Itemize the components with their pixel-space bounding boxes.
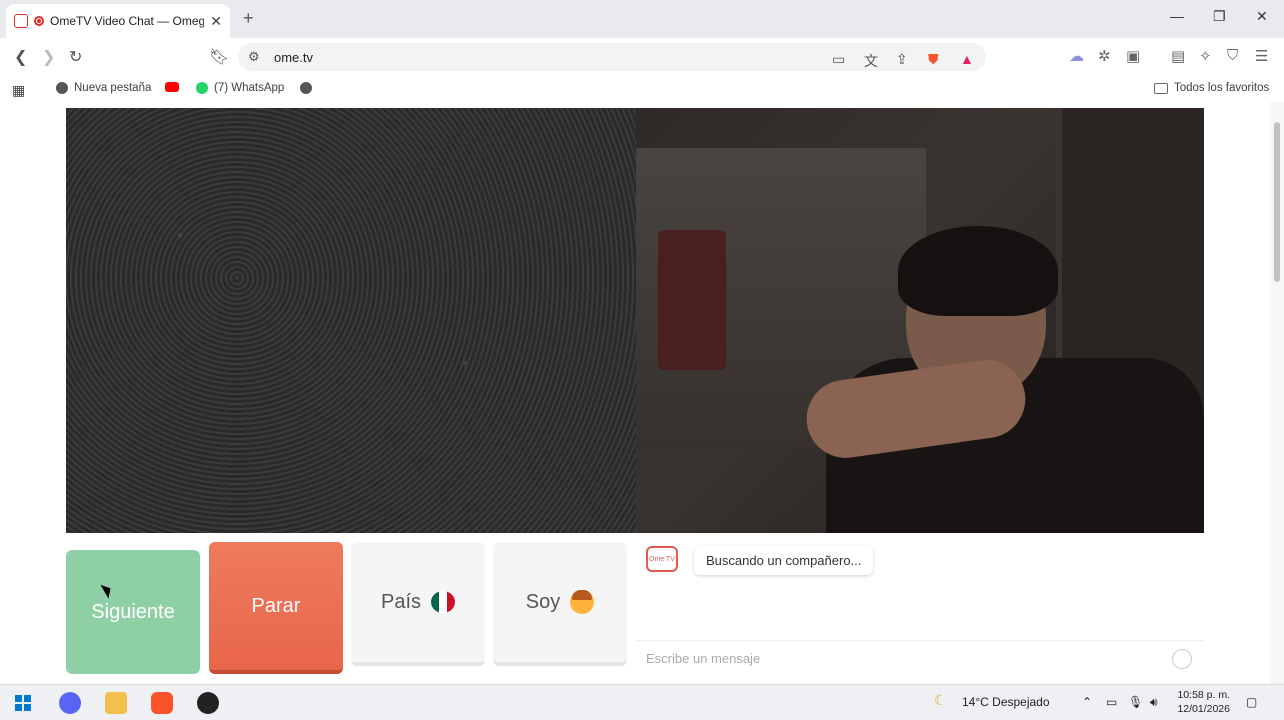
- apps-grid-icon[interactable]: ▦: [12, 82, 25, 99]
- hanging-clothes: [658, 230, 726, 370]
- browser-toolbar: ❮ ❯ ↻ 🔖︎ ⚙︎ ome.tv ▭ 文 ⇪ ⛊ ▲ ☁ ✲ ▣ ▤ ✧ ⛉…: [0, 38, 1284, 76]
- back-icon[interactable]: ❮: [14, 47, 27, 67]
- person-hair: [898, 226, 1058, 316]
- self-camera-video: [636, 108, 1204, 533]
- brave-rewards-icon[interactable]: ▲: [960, 51, 974, 67]
- menu-icon[interactable]: ☰: [1255, 47, 1268, 65]
- new-tab-button[interactable]: +: [243, 8, 254, 29]
- tab-strip: OmeTV Video Chat — Omeg ✕ + — ❐ ✕: [0, 0, 1284, 38]
- globe-icon: [300, 82, 312, 94]
- sidebar-icon[interactable]: ▣: [1126, 47, 1140, 65]
- ometv-favicon-icon: [14, 14, 28, 28]
- next-button[interactable]: Siguiente: [66, 550, 200, 674]
- restore-icon[interactable]: ❐: [1213, 8, 1226, 25]
- notifications-icon[interactable]: ▢: [1246, 695, 1257, 709]
- minimize-icon[interactable]: —: [1170, 8, 1184, 24]
- windows-start-icon[interactable]: [12, 692, 34, 714]
- microphone-icon[interactable]: 🎙︎: [1128, 695, 1143, 709]
- boy-emoji-icon: [570, 590, 595, 614]
- translate-icon[interactable]: 文: [864, 51, 878, 71]
- clock[interactable]: 10:58 p. m. 12/01/2026: [1174, 688, 1230, 716]
- chat-panel: Ome TV Buscando un compañero... Escribe …: [636, 540, 1204, 674]
- forward-icon[interactable]: ❯: [42, 47, 55, 67]
- ometv-logo-icon: Ome TV: [646, 546, 678, 572]
- windows-taskbar: ☾ 14°C Despejado ⌃ ▭ 🎙︎ 🔊︎ 10:58 p. m. 1…: [0, 684, 1284, 720]
- network-icon[interactable]: ▭: [1106, 695, 1117, 709]
- ometv-page: Siguiente Parar País Soy Ome TV Buscando…: [0, 102, 1270, 684]
- all-bookmarks[interactable]: Todos los favoritos: [1154, 82, 1269, 94]
- tab-title: OmeTV Video Chat — Omeg: [50, 14, 205, 28]
- wallet-icon[interactable]: ▤: [1171, 47, 1185, 65]
- bookmarks-bar: ▦ Nueva pestaña (7) WhatsApp Todos los f…: [0, 76, 1284, 102]
- country-selector-button[interactable]: País: [351, 542, 485, 666]
- tab-ometv[interactable]: OmeTV Video Chat — Omeg ✕: [6, 4, 230, 38]
- bookmark-nueva-pestana[interactable]: Nueva pestaña: [56, 82, 151, 94]
- file-explorer-icon[interactable]: [105, 692, 127, 714]
- extension-icon[interactable]: ☁: [1069, 47, 1084, 65]
- extensions-icon[interactable]: ✲: [1098, 47, 1111, 65]
- recording-icon: [34, 16, 44, 26]
- obs-icon[interactable]: [197, 692, 219, 714]
- tray-expand-icon[interactable]: ⌃: [1082, 695, 1092, 709]
- folder-icon: [1154, 82, 1168, 94]
- globe-icon: [56, 82, 68, 94]
- stop-button[interactable]: Parar: [209, 542, 343, 674]
- bookmark-whatsapp[interactable]: (7) WhatsApp: [196, 82, 284, 94]
- cast-icon[interactable]: ▭: [832, 51, 845, 68]
- leo-ai-icon[interactable]: ✧: [1199, 47, 1212, 65]
- weather-text[interactable]: 14°C Despejado: [962, 695, 1050, 709]
- vpn-icon[interactable]: ⛉: [1227, 47, 1238, 64]
- weather-moon-icon: ☾: [934, 692, 947, 708]
- site-settings-icon[interactable]: ⚙︎: [248, 49, 260, 65]
- address-bar[interactable]: ⚙︎ ome.tv ▭ 文 ⇪ ⛊ ▲: [238, 43, 986, 71]
- status-message: Buscando un compañero...: [694, 546, 874, 575]
- stranger-video-static: [66, 108, 636, 533]
- gender-selector-button[interactable]: Soy: [493, 542, 627, 666]
- brave-browser-icon[interactable]: [151, 692, 173, 714]
- mexico-flag-icon: [431, 591, 456, 613]
- youtube-icon: [165, 82, 179, 92]
- emoji-icon[interactable]: [1172, 649, 1192, 669]
- message-input[interactable]: Escribe un mensaje: [636, 640, 1204, 674]
- url-text: ome.tv: [274, 49, 314, 65]
- whatsapp-icon: [196, 82, 208, 94]
- close-window-icon[interactable]: ✕: [1256, 8, 1268, 25]
- bookmark-globe[interactable]: [300, 82, 318, 94]
- reload-icon[interactable]: ↻: [69, 47, 82, 67]
- page-scrollbar[interactable]: [1270, 102, 1284, 684]
- close-tab-icon[interactable]: ✕: [210, 13, 222, 30]
- bookmark-icon[interactable]: 🔖︎: [209, 47, 229, 67]
- bookmark-youtube[interactable]: [165, 82, 185, 92]
- share-icon[interactable]: ⇪: [896, 51, 908, 68]
- brave-shields-icon[interactable]: ⛊: [928, 51, 939, 68]
- volume-icon[interactable]: 🔊︎: [1150, 695, 1158, 710]
- discord-icon[interactable]: [59, 692, 81, 714]
- scrollbar-thumb[interactable]: [1274, 122, 1280, 282]
